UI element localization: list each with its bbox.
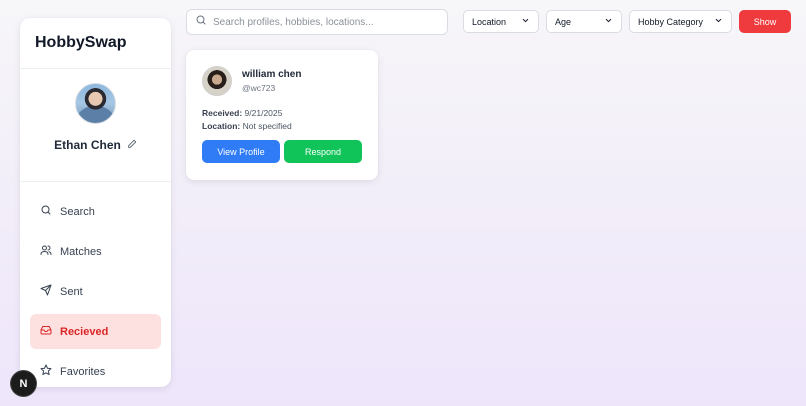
location-value: Not specified	[242, 121, 292, 131]
hobby-category-select[interactable]: Hobby Category	[629, 10, 732, 33]
users-icon	[40, 244, 52, 259]
age-select-value: Age	[555, 16, 572, 27]
sidebar-item-label: Recieved	[60, 325, 109, 338]
card-handle: @wc723	[242, 83, 276, 93]
chevron-down-icon	[714, 16, 723, 27]
received-label: Received:	[202, 108, 243, 118]
chevron-down-icon	[604, 16, 613, 27]
location-label: Location:	[202, 121, 241, 131]
sidebar-item-sent[interactable]: Sent	[30, 274, 161, 309]
profile-name-row: Ethan Chen	[54, 136, 137, 154]
avatar[interactable]	[202, 66, 232, 96]
location-select-value: Location	[472, 16, 507, 27]
profile-section: Ethan Chen	[20, 69, 171, 182]
request-card: william chen @wc723 Received: 9/21/2025 …	[186, 50, 378, 180]
view-profile-button[interactable]: View Profile	[202, 140, 280, 163]
sidebar-nav: Search Matches Sent Recieved Favorites	[30, 182, 161, 389]
card-location: Location: Not specified	[202, 121, 292, 131]
avatar[interactable]	[75, 83, 116, 124]
star-icon	[40, 364, 52, 379]
sidebar: HobbySwap Ethan Chen Search Matches Sent…	[20, 18, 171, 387]
profile-name: Ethan Chen	[54, 138, 121, 152]
hobby-category-select-value: Hobby Category	[638, 16, 704, 27]
send-icon	[40, 284, 52, 299]
card-name: william chen	[242, 69, 302, 80]
app-brand[interactable]: HobbySwap	[20, 18, 171, 69]
sidebar-item-matches[interactable]: Matches	[30, 234, 161, 269]
received-date: Received: 9/21/2025	[202, 108, 282, 118]
age-select[interactable]: Age	[546, 10, 622, 33]
sidebar-item-label: Matches	[60, 245, 102, 258]
sidebar-item-label: Search	[60, 205, 95, 218]
search-icon	[40, 204, 52, 219]
sidebar-item-search[interactable]: Search	[30, 194, 161, 229]
search-icon	[195, 13, 207, 31]
edit-icon[interactable]	[127, 136, 137, 154]
search-input[interactable]	[213, 16, 443, 28]
chevron-down-icon	[521, 16, 530, 27]
received-value: 9/21/2025	[244, 108, 283, 118]
respond-button[interactable]: Respond	[284, 140, 362, 163]
nextjs-badge[interactable]: N	[11, 371, 36, 396]
sidebar-item-label: Sent	[60, 285, 83, 298]
sidebar-item-favorites[interactable]: Favorites	[30, 354, 161, 389]
sidebar-item-label: Favorites	[60, 365, 106, 378]
location-select[interactable]: Location	[463, 10, 539, 33]
show-button[interactable]: Show	[739, 10, 791, 33]
inbox-icon	[40, 324, 52, 339]
search-bar[interactable]	[186, 9, 448, 35]
sidebar-item-recieved[interactable]: Recieved	[30, 314, 161, 349]
